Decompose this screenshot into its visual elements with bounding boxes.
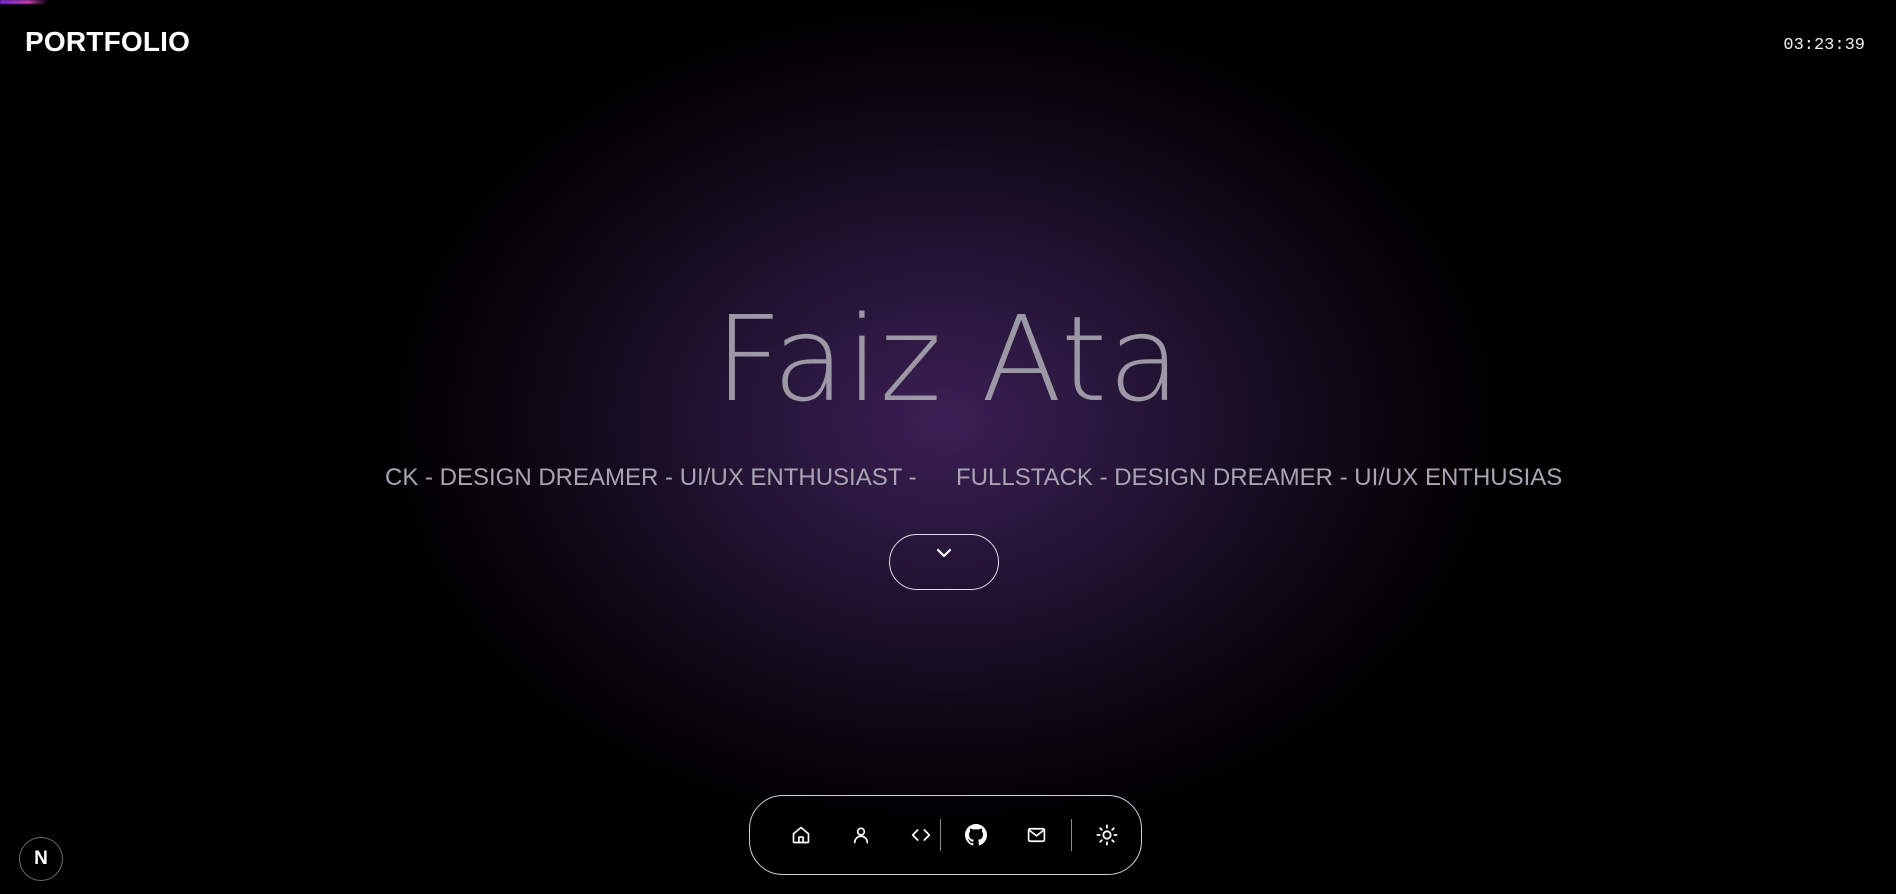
marquee-segment: CK - DESIGN DREAMER - UI/UX ENTHUSIAST - (385, 464, 917, 491)
background-glow (0, 0, 1896, 894)
dock-theme-toggle[interactable] (1090, 818, 1124, 852)
github-icon (965, 824, 987, 846)
dock-nav (749, 795, 1142, 875)
dock-contact-button[interactable] (1019, 818, 1053, 852)
code-icon (911, 829, 931, 841)
user-icon (853, 827, 869, 844)
mail-icon (1027, 827, 1045, 843)
site-logo[interactable]: PORTFOLIO (25, 26, 190, 58)
dock-projects-button[interactable] (904, 818, 938, 852)
scroll-down-button[interactable] (889, 534, 999, 590)
role-marquee: CK - DESIGN DREAMER - UI/UX ENTHUSIAST -… (0, 464, 1896, 498)
hero-name: Faiz Ata (714, 290, 1182, 428)
dock-about-button[interactable] (844, 818, 878, 852)
dock-home-button[interactable] (784, 818, 818, 852)
clock: 03:23:39 (1783, 36, 1865, 55)
marquee-segment: FULLSTACK - DESIGN DREAMER - UI/UX ENTHU… (956, 464, 1563, 491)
dock-github-button[interactable] (959, 818, 993, 852)
chevron-down-icon (936, 548, 952, 558)
corner-accent (0, 0, 48, 4)
dock-divider (940, 819, 941, 851)
home-icon (792, 826, 810, 844)
nextjs-badge[interactable]: N (19, 837, 63, 881)
sun-icon (1096, 824, 1118, 846)
dock-divider (1071, 819, 1072, 851)
